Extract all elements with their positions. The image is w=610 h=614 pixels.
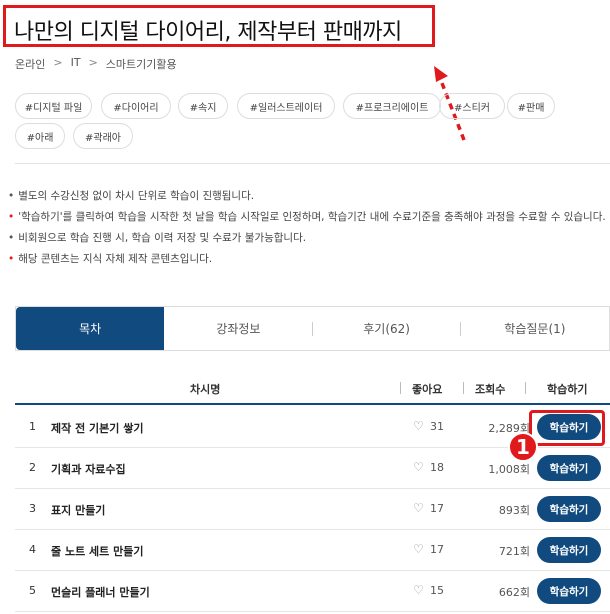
row-number: 3 [29, 502, 36, 515]
tag-chip[interactable]: #디지털 파일 [15, 93, 92, 119]
study-button[interactable]: 학습하기 [537, 455, 601, 481]
table-row: 4 줄 노트 세트 만들기 ♡ 17 721회 학습하기 [15, 529, 610, 571]
heart-icon[interactable]: ♡ [413, 419, 424, 433]
view-count: 721회 [498, 545, 530, 558]
tab-contents[interactable]: 목차 [16, 307, 165, 350]
page-title: 나만의 디지털 다이어리, 제작부터 판매까지 [14, 20, 402, 45]
table-header: 차시명 좋아요 조회수 학습하기 [15, 372, 610, 405]
breadcrumb: 온라인 > IT > 스마트기기활용 [15, 56, 177, 72]
notice-list: • 별도의 수강신청 없이 차시 단위로 학습이 진행됩니다. • '학습하기'를 … [8, 188, 606, 272]
tab-course-info[interactable]: 강좌정보 [164, 307, 313, 350]
header-name: 차시명 [190, 383, 221, 396]
divider [15, 163, 610, 164]
heart-icon[interactable]: ♡ [413, 583, 424, 597]
view-count: 893회 [498, 504, 530, 517]
lesson-title[interactable]: 표지 만들기 [51, 502, 105, 518]
tab-questions[interactable]: 학습질문(1) [461, 307, 609, 350]
like-count: 17 [430, 543, 444, 556]
tag-chip[interactable]: #일러스트레이터 [237, 93, 335, 119]
lesson-title[interactable]: 기획과 자료수집 [51, 461, 126, 477]
view-count: 662회 [498, 586, 530, 599]
tag-chip[interactable]: #판매 [507, 93, 555, 119]
like-count: 15 [430, 584, 444, 597]
header-likes: 좋아요 [412, 383, 443, 396]
lesson-title[interactable]: 먼슬리 플래너 만들기 [51, 584, 150, 600]
header-action: 학습하기 [547, 383, 588, 396]
tag-chip[interactable]: #곽래아 [73, 123, 133, 149]
row-number: 1 [29, 420, 36, 433]
study-button[interactable]: 학습하기 [537, 496, 601, 522]
row-number: 2 [29, 461, 36, 474]
lesson-title[interactable]: 줄 노트 세트 만들기 [51, 543, 143, 559]
button-highlight-box [529, 410, 605, 446]
breadcrumb-item-1[interactable]: 온라인 [15, 56, 45, 72]
tag-chip[interactable]: #속지 [178, 93, 228, 119]
row-number: 4 [29, 543, 36, 556]
notice-item: • '학습하기'를 클릭하여 학습을 시작한 첫 날을 학습 시작일로 인정하며,… [8, 211, 606, 223]
notice-item: • 별도의 수강신청 없이 차시 단위로 학습이 진행됩니다. [8, 190, 255, 202]
tab-reviews[interactable]: 후기(62) [313, 307, 461, 350]
notice-item: • 비회원으로 학습 진행 시, 학습 이력 저장 및 수료가 불가능합니다. [8, 232, 307, 244]
view-count: 1,008회 [488, 463, 530, 476]
heart-icon[interactable]: ♡ [413, 460, 424, 474]
row-number: 5 [29, 584, 36, 597]
heart-icon[interactable]: ♡ [413, 501, 424, 515]
breadcrumb-item-2[interactable]: IT [71, 56, 81, 72]
tag-chip[interactable]: #다이어리 [101, 93, 171, 119]
chevron-right-icon: > [53, 56, 63, 69]
heart-icon[interactable]: ♡ [413, 542, 424, 556]
tag-chip[interactable]: #프로크리에이트 [343, 93, 441, 119]
like-count: 31 [430, 420, 444, 433]
breadcrumb-item-3[interactable]: 스마트기기활용 [106, 56, 177, 72]
course-tabs: 목차 강좌정보 후기(62) 학습질문(1) [15, 306, 610, 351]
like-count: 17 [430, 502, 444, 515]
study-button[interactable]: 학습하기 [537, 578, 601, 604]
table-row: 3 표지 만들기 ♡ 17 893회 학습하기 [15, 488, 610, 530]
tag-chip[interactable]: #스티커 [439, 93, 505, 119]
header-views: 조회수 [475, 383, 506, 396]
study-button[interactable]: 학습하기 [537, 537, 601, 563]
chevron-right-icon: > [88, 56, 98, 69]
step-number-badge: 1 [508, 432, 538, 462]
notice-item: • 해당 콘텐츠는 지식 자체 제작 콘텐츠입니다. [8, 253, 213, 265]
like-count: 18 [430, 461, 444, 474]
table-row: 5 먼슬리 플래너 만들기 ♡ 15 662회 학습하기 [15, 570, 610, 612]
lesson-title[interactable]: 제작 전 기본기 쌓기 [51, 420, 143, 436]
tag-chip[interactable]: #아래 [15, 123, 65, 149]
